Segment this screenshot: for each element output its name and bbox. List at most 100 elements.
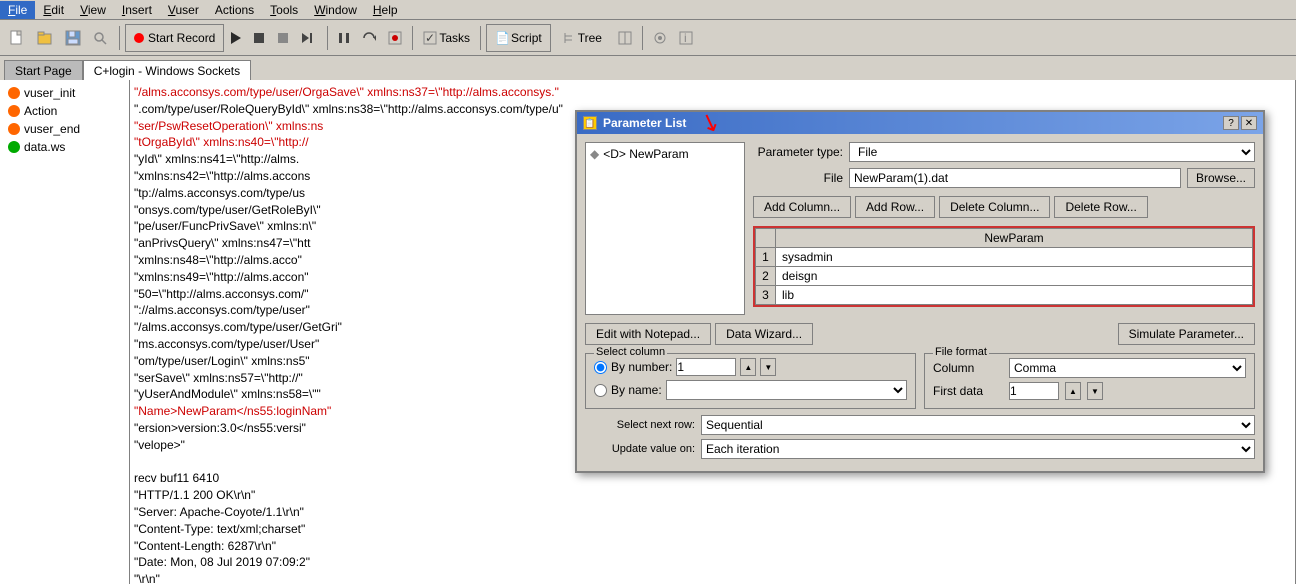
file-input[interactable] — [849, 168, 1181, 188]
tree-icon — [562, 31, 576, 45]
by-number-radio[interactable] — [594, 361, 607, 374]
first-data-input[interactable] — [1009, 382, 1059, 400]
dialog-help-button[interactable]: ? — [1223, 116, 1239, 130]
left-panel: vuser_init Action vuser_end data.ws — [0, 80, 130, 584]
table-row-1-num: 1 — [756, 248, 776, 267]
by-name-select[interactable] — [666, 380, 907, 400]
select-next-row-select[interactable]: Sequential — [701, 415, 1255, 435]
menu-help[interactable]: Help — [365, 1, 406, 19]
code-line-rn: "\r\n" — [134, 571, 1291, 584]
pause-button[interactable] — [333, 24, 355, 52]
open-button[interactable] — [32, 24, 58, 52]
first-data-label: First data — [933, 384, 1003, 398]
param-type-label: Parameter type: — [753, 145, 843, 159]
separator-4 — [480, 26, 481, 50]
menu-actions[interactable]: Actions — [207, 1, 262, 19]
update-value-select[interactable]: Each iteration — [701, 439, 1255, 459]
play-button[interactable] — [226, 24, 246, 52]
info-button[interactable]: i — [674, 24, 698, 52]
code-line-content-type: "Content-Type: text/xml;charset" — [134, 521, 1291, 538]
action-icon — [8, 105, 20, 117]
settings-button[interactable] — [648, 24, 672, 52]
left-panel-item-data-ws[interactable]: data.ws — [4, 138, 125, 156]
by-number-spin-down[interactable]: ▼ — [760, 358, 776, 376]
by-number-label: By number: — [611, 360, 672, 374]
code-line-content-length: "Content-Length: 6287\r\n" — [134, 538, 1291, 555]
data-wizard-button[interactable]: Data Wizard... — [715, 323, 813, 345]
param-type-row: Parameter type: File — [753, 142, 1255, 162]
edit-notepad-button[interactable]: Edit with Notepad... — [585, 323, 711, 345]
save-button[interactable] — [60, 24, 86, 52]
new-icon — [9, 30, 25, 46]
dialog-close-button[interactable]: ✕ — [1241, 116, 1257, 130]
menu-tools[interactable]: Tools — [262, 1, 306, 19]
select-column-group: Select column By number: ▲ ▼ By name: — [585, 353, 916, 409]
table-row-2-value[interactable]: deisgn — [776, 267, 1253, 286]
code-line-date: "Date: Mon, 08 Jul 2019 07:09:2" — [134, 554, 1291, 571]
settings-icon — [653, 31, 667, 45]
table-row: 2 deisgn — [756, 267, 1253, 286]
left-panel-item-action[interactable]: Action — [4, 102, 125, 120]
tree-button[interactable]: Tree — [553, 24, 611, 52]
menu-window[interactable]: Window — [306, 1, 365, 19]
action-label: Action — [24, 104, 57, 118]
refresh-icon — [362, 31, 376, 45]
tree-label: Tree — [578, 31, 602, 45]
by-number-input[interactable] — [676, 358, 736, 376]
tab-c-login[interactable]: C+login - Windows Sockets — [83, 60, 251, 80]
separator-1 — [119, 26, 120, 50]
table-row: 1 sysadmin — [756, 248, 1253, 267]
left-panel-item-vuser-init[interactable]: vuser_init — [4, 84, 125, 102]
script-button[interactable]: 📄 Script — [486, 24, 551, 52]
info-icon: i — [679, 31, 693, 45]
refresh-button[interactable] — [357, 24, 381, 52]
tasks-label: Tasks — [439, 31, 470, 45]
by-name-radio[interactable] — [594, 384, 607, 397]
menu-edit[interactable]: Edit — [35, 1, 72, 19]
by-number-row: By number: ▲ ▼ — [594, 358, 907, 376]
bottom-action-row: Edit with Notepad... Data Wizard... Simu… — [585, 323, 1255, 345]
tab-c-login-label: C+login - Windows Sockets — [94, 64, 240, 78]
first-data-spin-up[interactable]: ▲ — [1065, 382, 1081, 400]
stop-button[interactable] — [248, 24, 270, 52]
delete-column-button[interactable]: Delete Column... — [939, 196, 1050, 218]
record2-button[interactable] — [383, 24, 407, 52]
new-button[interactable] — [4, 24, 30, 52]
add-row-button[interactable]: Add Row... — [855, 196, 935, 218]
dialog-tree: ◆ <D> NewParam — [585, 142, 745, 315]
svg-text:✓: ✓ — [425, 31, 435, 45]
menu-vuser[interactable]: Vuser — [160, 1, 207, 19]
step2-button[interactable] — [296, 24, 322, 52]
tab-start-page[interactable]: Start Page — [4, 60, 83, 80]
script-icon: 📄 — [495, 31, 509, 45]
tree-item[interactable]: ◆ <D> NewParam — [590, 147, 740, 161]
split-button[interactable] — [613, 24, 637, 52]
dialog-body: ◆ <D> NewParam Parameter type: File — [577, 134, 1263, 471]
options-row: Select column By number: ▲ ▼ By name: — [585, 353, 1255, 409]
table-row-1-value[interactable]: sysadmin — [776, 248, 1253, 267]
simulate-button[interactable]: Simulate Parameter... — [1118, 323, 1255, 345]
browse-button[interactable]: Browse... — [1187, 168, 1255, 188]
delete-row-button[interactable]: Delete Row... — [1054, 196, 1147, 218]
menu-insert[interactable]: Insert — [114, 1, 160, 19]
menu-view[interactable]: View — [72, 1, 114, 19]
first-data-spin-down[interactable]: ▼ — [1087, 382, 1103, 400]
dialog-titlebar-left: 📋 Parameter List — [583, 116, 686, 130]
step-button[interactable] — [272, 24, 294, 52]
dialog-split: ◆ <D> NewParam Parameter type: File — [585, 142, 1255, 315]
add-column-button[interactable]: Add Column... — [753, 196, 851, 218]
data-ws-label: data.ws — [24, 140, 65, 154]
data-table-wrap: NewParam 1 sysadmin 2 deisgn — [753, 226, 1255, 307]
tasks-button[interactable]: ✓ Tasks — [418, 24, 475, 52]
separator-3 — [412, 26, 413, 50]
menu-file[interactable]: File — [0, 1, 35, 19]
column-format-select[interactable]: Comma — [1009, 358, 1246, 378]
by-number-spin-up[interactable]: ▲ — [740, 358, 756, 376]
table-row-3-value[interactable]: lib — [776, 286, 1253, 305]
column-format-row: Column Comma — [933, 358, 1246, 378]
left-panel-item-vuser-end[interactable]: vuser_end — [4, 120, 125, 138]
param-type-select[interactable]: File — [849, 142, 1255, 162]
by-name-label: By name: — [611, 383, 662, 397]
start-record-button[interactable]: Start Record — [125, 24, 224, 52]
find-button[interactable] — [88, 24, 114, 52]
